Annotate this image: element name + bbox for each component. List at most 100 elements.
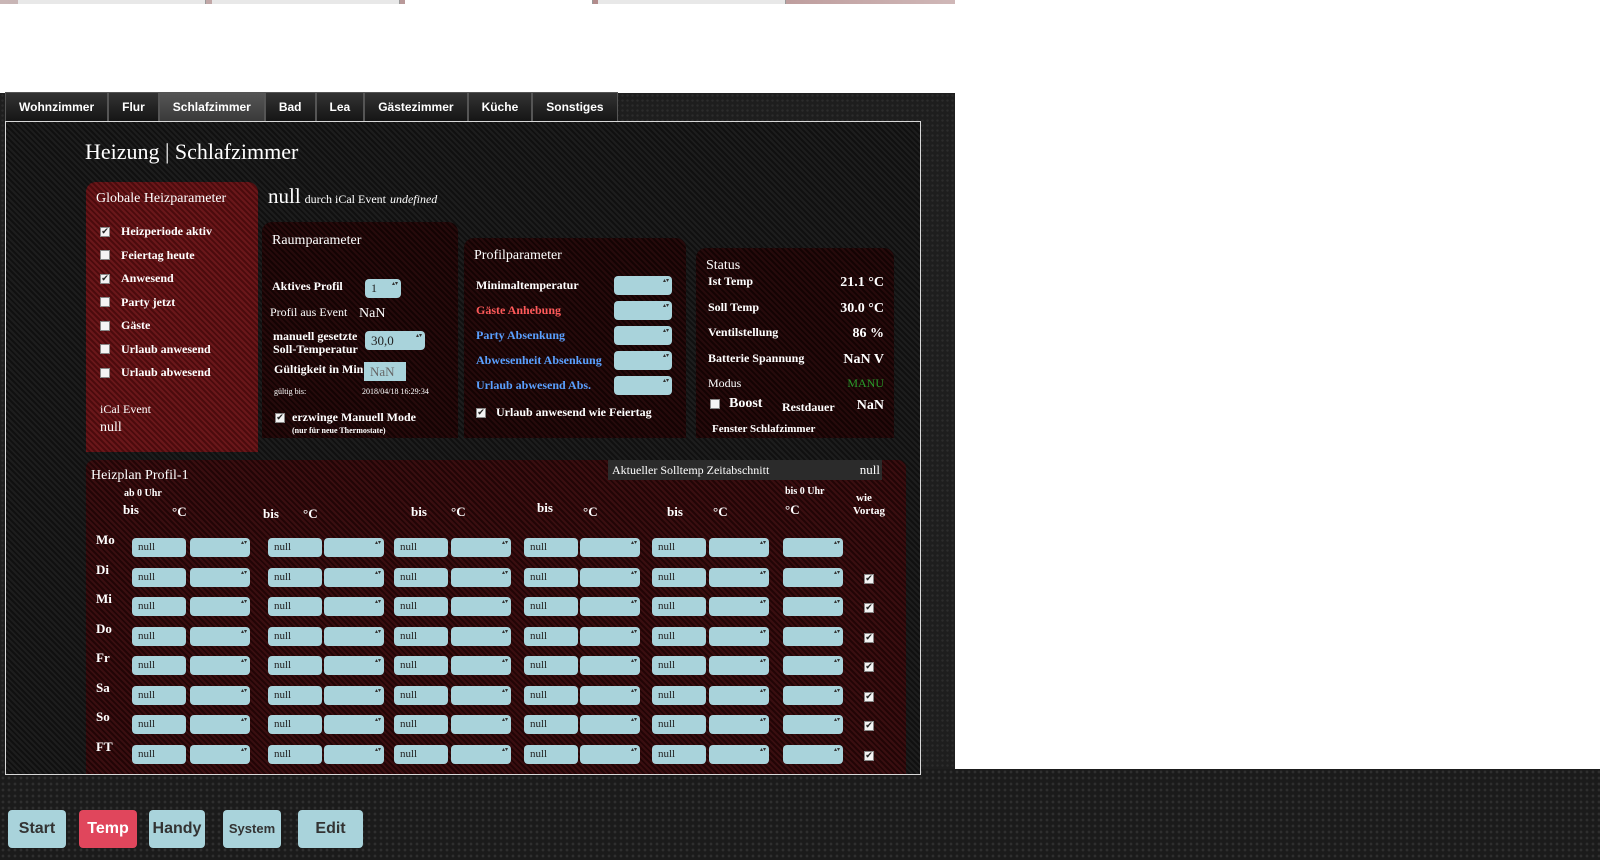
temp-select[interactable]: [451, 538, 511, 557]
time-input[interactable]: null: [394, 744, 448, 764]
boost-checkbox[interactable]: Boost: [710, 396, 762, 412]
same-as-previous-checkbox[interactable]: ✔: [864, 573, 874, 584]
tab-flur[interactable]: Flur: [108, 92, 159, 121]
global-param-checkbox[interactable]: Gäste: [100, 318, 150, 333]
temp-select[interactable]: [190, 656, 250, 675]
temp-select-last[interactable]: [783, 715, 843, 734]
nav-button-system[interactable]: System: [223, 810, 281, 848]
temp-select-last[interactable]: [783, 538, 843, 557]
same-as-previous-checkbox[interactable]: ✔: [864, 603, 874, 613]
global-param-checkbox[interactable]: ✔ Anwesend: [100, 271, 174, 286]
validity-input[interactable]: NaN: [364, 362, 406, 381]
same-as-previous-checkbox[interactable]: ✔: [864, 662, 874, 672]
global-param-checkbox[interactable]: Feiertag heute: [100, 248, 195, 263]
temp-select[interactable]: [580, 656, 640, 675]
time-input[interactable]: null: [394, 626, 448, 646]
temp-select[interactable]: [451, 567, 511, 587]
time-input[interactable]: null: [394, 538, 448, 557]
time-input[interactable]: null: [652, 597, 706, 616]
global-param-checkbox[interactable]: ✔ Heizperiode aktiv: [100, 224, 212, 239]
time-input[interactable]: null: [524, 685, 578, 705]
browser-tab-4[interactable]: [598, 0, 786, 4]
temp-select[interactable]: [190, 715, 250, 734]
global-param-checkbox[interactable]: Urlaub anwesend: [100, 342, 211, 357]
temp-select-last[interactable]: [783, 685, 843, 705]
temp-select[interactable]: [324, 744, 384, 764]
temp-select-last[interactable]: [783, 597, 843, 616]
profile-param-select[interactable]: [614, 376, 672, 395]
temp-select-last[interactable]: [783, 744, 843, 764]
temp-select[interactable]: [580, 597, 640, 616]
same-as-previous-checkbox[interactable]: ✔: [864, 750, 874, 761]
checkbox-icon[interactable]: [100, 367, 110, 378]
time-input[interactable]: null: [268, 538, 322, 557]
temp-select[interactable]: [451, 744, 511, 764]
nav-button-start[interactable]: Start: [8, 810, 66, 848]
temp-select[interactable]: [190, 597, 250, 616]
browser-tab-3[interactable]: [405, 0, 593, 4]
profile-param-select[interactable]: [614, 276, 672, 295]
temp-select[interactable]: [709, 715, 769, 734]
time-input[interactable]: null: [524, 656, 578, 675]
temp-select[interactable]: [324, 685, 384, 705]
temp-select-last[interactable]: [783, 567, 843, 587]
temp-select[interactable]: [324, 656, 384, 675]
time-input[interactable]: null: [394, 567, 448, 587]
temp-select[interactable]: [709, 626, 769, 646]
temp-select[interactable]: [324, 567, 384, 587]
time-input[interactable]: null: [268, 567, 322, 587]
temp-select[interactable]: [580, 744, 640, 764]
tab-bad[interactable]: Bad: [264, 92, 316, 121]
time-input[interactable]: null: [394, 715, 448, 734]
time-input[interactable]: null: [524, 744, 578, 764]
profile-param-select[interactable]: [614, 351, 672, 370]
tab-sonstiges[interactable]: Sonstiges: [532, 92, 618, 121]
checkbox-icon[interactable]: [100, 250, 110, 260]
checkbox-icon[interactable]: ✔: [100, 273, 110, 284]
temp-select[interactable]: [324, 715, 384, 734]
checkbox-icon[interactable]: [100, 297, 110, 307]
time-input[interactable]: null: [652, 567, 706, 587]
temp-select[interactable]: [709, 538, 769, 557]
time-input[interactable]: null: [268, 744, 322, 764]
temp-select[interactable]: [451, 597, 511, 616]
time-input[interactable]: null: [652, 656, 706, 675]
temp-select[interactable]: [451, 685, 511, 705]
checkbox-icon[interactable]: [100, 344, 110, 354]
same-as-previous-checkbox[interactable]: ✔: [864, 632, 874, 643]
tab-gästezimmer[interactable]: Gästezimmer: [364, 92, 468, 121]
tab-küche[interactable]: Küche: [467, 92, 533, 121]
time-input[interactable]: null: [268, 597, 322, 616]
temp-select[interactable]: [190, 538, 250, 557]
temp-select[interactable]: [709, 656, 769, 675]
time-input[interactable]: null: [652, 715, 706, 734]
time-input[interactable]: null: [524, 538, 578, 557]
time-input[interactable]: null: [132, 567, 186, 587]
temp-select[interactable]: [190, 685, 250, 705]
time-input[interactable]: null: [652, 626, 706, 646]
temp-select[interactable]: [709, 597, 769, 616]
nav-button-handy[interactable]: Handy: [149, 810, 205, 848]
temp-select[interactable]: [709, 744, 769, 764]
tab-schlafzimmer[interactable]: Schlafzimmer: [158, 92, 265, 121]
same-as-previous-checkbox[interactable]: ✔: [864, 691, 874, 702]
temp-select[interactable]: [451, 656, 511, 675]
browser-tab-1[interactable]: [18, 0, 206, 4]
temp-select[interactable]: [190, 567, 250, 587]
checkbox-icon[interactable]: [100, 320, 110, 331]
time-input[interactable]: null: [268, 656, 322, 675]
temp-select[interactable]: [580, 567, 640, 587]
browser-tab-2[interactable]: [212, 0, 400, 4]
global-param-checkbox[interactable]: Party jetzt: [100, 295, 175, 310]
time-input[interactable]: null: [394, 597, 448, 616]
profile-param-select[interactable]: [614, 301, 672, 320]
time-input[interactable]: null: [132, 656, 186, 675]
time-input[interactable]: null: [132, 597, 186, 616]
time-input[interactable]: null: [652, 685, 706, 705]
tab-lea[interactable]: Lea: [315, 92, 365, 121]
time-input[interactable]: null: [132, 538, 186, 557]
temp-select[interactable]: [190, 626, 250, 646]
temp-select-last[interactable]: [783, 656, 843, 675]
time-input[interactable]: null: [268, 626, 322, 646]
time-input[interactable]: null: [132, 744, 186, 764]
